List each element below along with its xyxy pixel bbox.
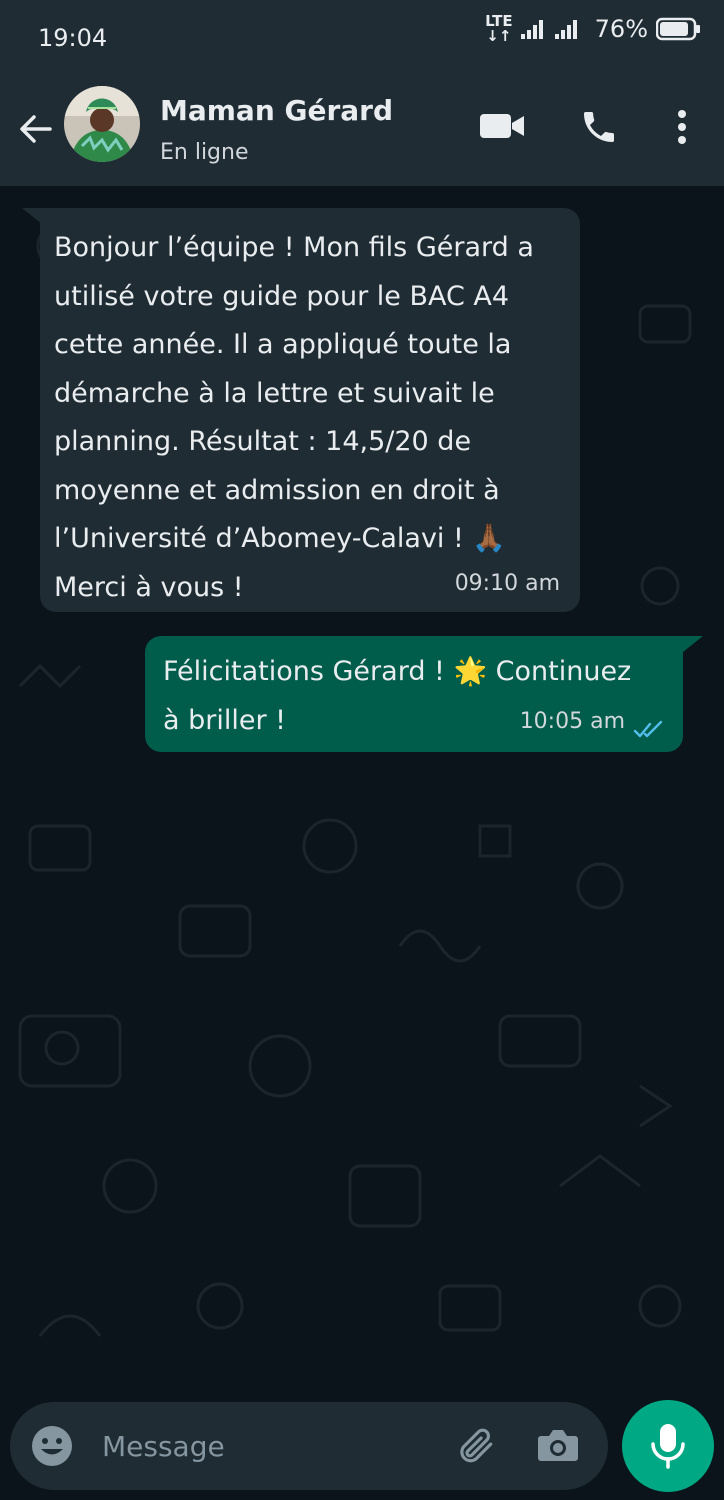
- message-line: planning. Résultat : 14,5/20 de: [54, 426, 472, 457]
- camera-button[interactable]: [532, 1420, 584, 1470]
- message-line: l’Université d’Abomey-Calavi ! 🙏🏾: [54, 523, 507, 554]
- chat-area[interactable]: Bonjour l’équipe ! Mon fils Gérard a uti…: [0, 186, 724, 1390]
- message-line: Bonjour l’équipe ! Mon fils Gérard a: [54, 232, 534, 263]
- video-call-button[interactable]: [474, 104, 530, 148]
- message-line: utilisé votre guide pour le BAC A4: [54, 280, 510, 312]
- contact-status: En ligne: [160, 140, 249, 165]
- chat-header: Maman Gérard En ligne: [0, 78, 724, 186]
- phone-icon: [584, 112, 614, 142]
- more-options-button[interactable]: [662, 102, 702, 152]
- double-check-icon: [633, 720, 663, 738]
- message-time: 09:10 am: [454, 570, 560, 596]
- status-indicators: LTE ↓↑ 76%: [485, 14, 702, 44]
- data-arrows-icon: ↓↑: [486, 27, 512, 45]
- emoji-icon: [32, 1426, 72, 1466]
- message-line: démarche à la lettre et suivait le: [54, 377, 495, 409]
- message-text: Bonjour l’équipe ! Mon fils Gérard a uti…: [54, 224, 564, 612]
- arrow-left-icon: [20, 115, 52, 143]
- message-time: 10:05 am: [519, 708, 625, 734]
- avatar[interactable]: [64, 86, 140, 162]
- more-vertical-icon: [678, 110, 686, 144]
- voice-call-button[interactable]: [574, 102, 624, 152]
- status-bar: 19:04 LTE ↓↑ 76%: [0, 0, 724, 78]
- emoji-button[interactable]: [28, 1422, 76, 1470]
- contact-photo: [64, 86, 140, 162]
- message-input[interactable]: [100, 1420, 434, 1472]
- message-line: moyenne et admission en droit à: [54, 474, 500, 506]
- message-outgoing[interactable]: Félicitations Gérard ! 🌟 Continuez à bri…: [145, 636, 683, 752]
- status-time: 19:04: [38, 24, 108, 52]
- battery-percent: 76%: [594, 15, 648, 43]
- paperclip-icon: [460, 1428, 493, 1463]
- message-line: cette année. Il a appliqué toute la: [54, 329, 512, 360]
- message-composer: [10, 1402, 608, 1490]
- voice-message-button[interactable]: [622, 1400, 714, 1492]
- microphone-icon: [651, 1424, 685, 1469]
- message-composer-bar: [0, 1390, 724, 1500]
- back-button[interactable]: [14, 108, 56, 150]
- lte-indicator: LTE ↓↑: [485, 14, 513, 44]
- attach-button[interactable]: [450, 1420, 500, 1470]
- incoming-bubble-tail: [22, 208, 42, 224]
- signal-icon: [520, 20, 543, 39]
- message-line: Félicitations Gérard ! 🌟 Continuez: [163, 656, 632, 687]
- contact-name[interactable]: Maman Gérard: [160, 94, 393, 127]
- video-camera-icon: [480, 114, 524, 138]
- signal-icon: [554, 20, 577, 39]
- message-incoming[interactable]: Bonjour l’équipe ! Mon fils Gérard a uti…: [40, 208, 580, 612]
- outgoing-bubble-tail: [683, 636, 703, 652]
- camera-icon: [538, 1430, 578, 1461]
- battery-icon: [656, 17, 700, 41]
